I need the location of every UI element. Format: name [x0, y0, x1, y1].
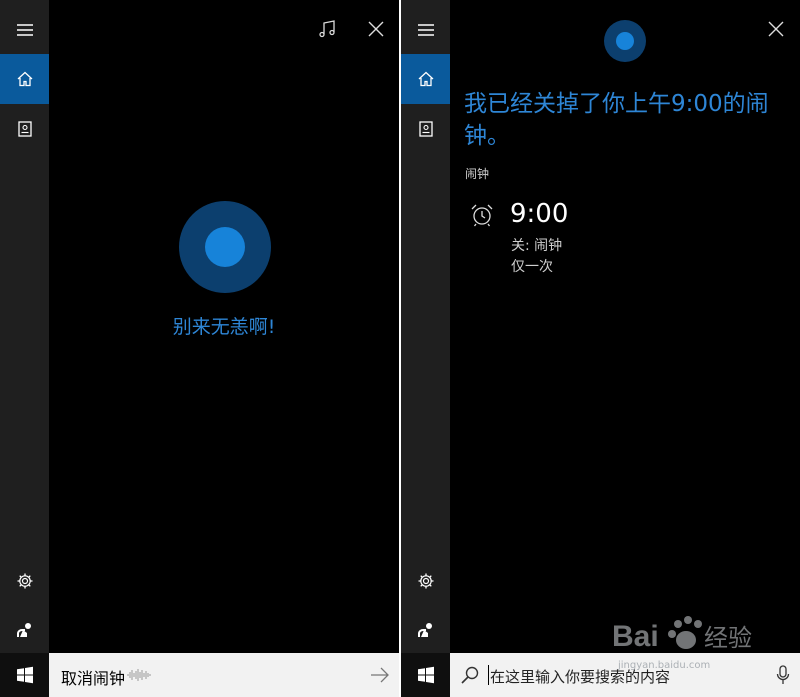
- cortana-response: 我已经关掉了你上午9:00的闹钟。: [464, 91, 769, 149]
- menu-button[interactable]: [0, 5, 49, 55]
- text-caret: [488, 665, 489, 685]
- watermark-url: jingyan.baidu.com: [618, 660, 711, 671]
- alarm-status: 关: 闹钟: [511, 238, 563, 254]
- close-button[interactable]: [362, 15, 390, 43]
- start-button[interactable]: [401, 653, 450, 697]
- taskbar-right: 在这里输入你要搜索的内容: [401, 653, 800, 697]
- notebook-button[interactable]: [0, 104, 49, 154]
- close-icon: [768, 21, 784, 37]
- cortana-rail: [0, 0, 49, 653]
- gear-icon: [17, 573, 32, 589]
- alarm-repeat: 仅一次: [511, 259, 553, 275]
- cortana-query-box[interactable]: 取消闹钟: [49, 653, 399, 697]
- menu-button[interactable]: [401, 5, 450, 55]
- notebook-button[interactable]: [401, 104, 450, 154]
- cortana-orb: [179, 201, 271, 293]
- gear-icon: [418, 573, 433, 589]
- cortana-orb-small: [604, 20, 646, 62]
- cortana-rail: [401, 0, 450, 653]
- close-button[interactable]: [762, 15, 790, 43]
- cortana-panel-left: 别来无恙啊! 取消闹钟: [0, 0, 399, 697]
- hamburger-menu-icon: [16, 24, 33, 36]
- home-button[interactable]: [401, 54, 450, 104]
- alarm-section-label: 闹钟: [465, 167, 490, 181]
- settings-button[interactable]: [401, 556, 450, 606]
- settings-button[interactable]: [0, 556, 49, 606]
- submit-arrow-icon[interactable]: [369, 665, 391, 685]
- music-button[interactable]: [313, 15, 341, 43]
- search-icon: [461, 666, 479, 684]
- voice-waveform-icon: [127, 669, 151, 681]
- microphone-icon[interactable]: [776, 665, 790, 685]
- feedback-icon: [417, 623, 432, 637]
- start-button[interactable]: [0, 653, 49, 697]
- close-icon: [368, 21, 384, 37]
- feedback-icon: [16, 623, 31, 637]
- windows-logo-icon: [417, 666, 434, 684]
- windows-logo-icon: [16, 666, 33, 684]
- query-text: 取消闹钟: [61, 669, 126, 688]
- notebook-icon: [418, 121, 433, 137]
- home-button[interactable]: [0, 54, 49, 104]
- home-icon: [418, 71, 433, 87]
- taskbar-left: 取消闹钟: [0, 653, 399, 697]
- alarm-time[interactable]: 9:00: [510, 199, 568, 229]
- music-note-icon: [319, 20, 335, 38]
- home-icon: [17, 71, 32, 87]
- cortana-greeting: 别来无恙啊!: [172, 316, 276, 338]
- hamburger-menu-icon: [417, 24, 434, 36]
- feedback-button[interactable]: [401, 605, 450, 655]
- notebook-icon: [17, 121, 32, 137]
- feedback-button[interactable]: [0, 605, 49, 655]
- alarm-clock-icon: [471, 204, 493, 227]
